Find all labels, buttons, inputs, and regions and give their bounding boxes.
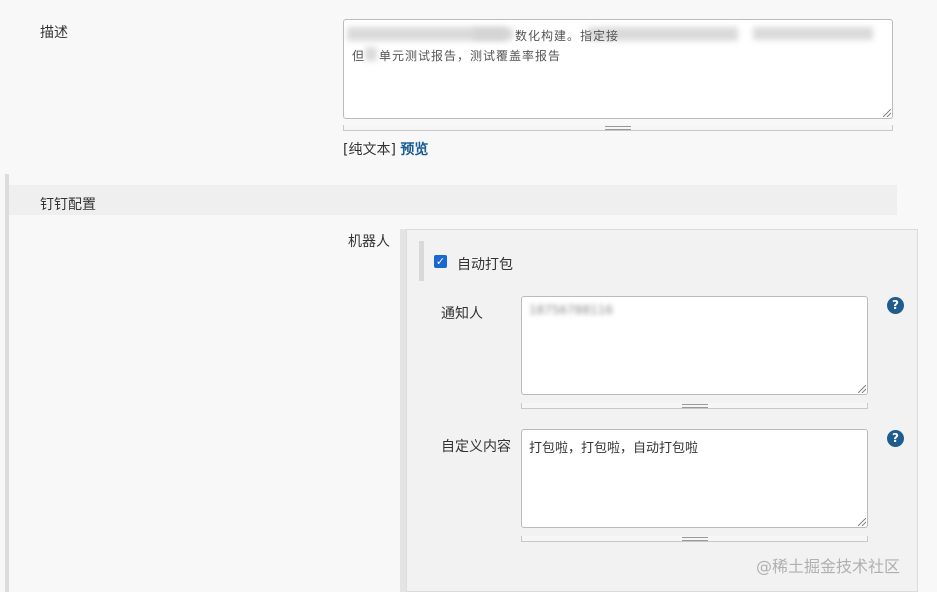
- custom-content-value: 打包啦，打包啦，自动打包啦: [529, 441, 699, 456]
- resize-grip-icon[interactable]: [858, 385, 866, 393]
- description-text-line2: 单元测试报告，测试覆盖率报告: [379, 49, 562, 63]
- robot-label: 机器人: [348, 234, 390, 250]
- section-header-band: [9, 185, 897, 215]
- resize-grip-icon[interactable]: [858, 518, 866, 526]
- auto-package-checkbox[interactable]: ✓: [434, 255, 447, 268]
- section-left-bar: [5, 174, 9, 592]
- notify-resize-handle[interactable]: [521, 403, 868, 409]
- custom-content-resize-handle[interactable]: [521, 536, 868, 542]
- custom-content-textarea[interactable]: 打包啦，打包啦，自动打包啦: [521, 429, 868, 528]
- notify-value: 18756788116: [529, 303, 613, 317]
- watermark: @稀土掘金技术社区: [756, 557, 901, 576]
- custom-content-help-icon[interactable]: ?: [887, 430, 904, 447]
- notify-help-icon[interactable]: ?: [887, 297, 904, 314]
- description-label: 描述: [40, 25, 68, 41]
- notify-label: 通知人: [441, 306, 483, 322]
- custom-content-label: 自定义内容: [441, 439, 511, 455]
- auto-package-marker: [419, 241, 424, 281]
- notify-textarea[interactable]: 18756788116: [521, 296, 868, 395]
- section-title: 钉钉配置: [40, 197, 96, 213]
- description-text-line1: 数化构建。指定接: [515, 29, 620, 43]
- description-textarea[interactable]: 数化构建。指定接 但 单元测试报告，测试覆盖率报告: [343, 19, 893, 119]
- description-text-line2-prefix: 但: [352, 49, 365, 63]
- resize-grip-icon[interactable]: [883, 109, 891, 117]
- preview-link[interactable]: 预览: [400, 142, 428, 158]
- plain-text-label: [纯文本]: [343, 142, 396, 158]
- auto-package-label: 自动打包: [457, 257, 513, 273]
- description-resize-handle[interactable]: [343, 125, 893, 131]
